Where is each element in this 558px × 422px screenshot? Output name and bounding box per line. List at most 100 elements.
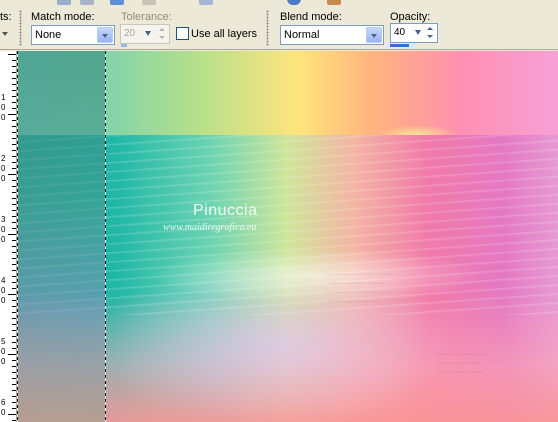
ruler-tick [12, 312, 16, 313]
ruler-tick [8, 54, 16, 55]
toolbar-icon[interactable] [199, 0, 213, 5]
ruler-tick [12, 84, 16, 85]
toolbar-icon[interactable] [287, 0, 301, 5]
ruler-tick [12, 102, 16, 103]
ruler-label: 0 [1, 235, 6, 244]
match-mode-select[interactable]: None [31, 25, 115, 45]
ruler-tick [12, 240, 16, 241]
toolbar-icon[interactable] [110, 0, 124, 5]
collapse-arrow-icon[interactable] [2, 29, 10, 37]
selection-marquee [105, 51, 106, 422]
ruler-tick [12, 342, 16, 343]
ruler-tick [12, 276, 16, 277]
opacity-label: Opacity: [390, 11, 431, 23]
ruler-tick [8, 114, 16, 115]
ruler-tick [12, 222, 16, 223]
ruler-tick [8, 294, 16, 295]
image-canvas[interactable]: ~~ ~~~ ~~ ~~~~ ~ ~~~ ~~~ ~ ~~~~~ ~~ ~~ ~… [17, 51, 558, 422]
ruler-tick [12, 138, 16, 139]
ruler-label: 0 [1, 113, 6, 122]
opacity-dropdown-icon[interactable] [414, 25, 424, 41]
chevron-down-icon[interactable] [366, 27, 382, 43]
ruler-tick [12, 270, 16, 271]
selected-strip [17, 51, 106, 422]
ruler-tick [8, 174, 16, 175]
ruler-label: 0 [1, 347, 6, 356]
ruler-label: 0 [1, 174, 6, 183]
ruler-tick [12, 72, 16, 73]
ruler-label: 0 [1, 164, 6, 173]
ruler-tick [12, 318, 16, 319]
ruler-tick [12, 378, 16, 379]
tolerance-dropdown-icon[interactable] [144, 26, 154, 42]
ruler-tick [12, 144, 16, 145]
tolerance-slider[interactable] [121, 44, 127, 47]
ruler-tick [8, 354, 16, 355]
ruler-label: 2 [1, 154, 6, 163]
vertical-ruler: 10020030040050060 [0, 51, 17, 422]
ruler-tick [12, 372, 16, 373]
ruler-tick [12, 132, 16, 133]
ruler-label: 5 [1, 337, 6, 346]
ruler-label: 0 [1, 103, 6, 112]
use-all-layers-label: Use all layers [191, 28, 258, 40]
ruler-tick [12, 264, 16, 265]
watermark-url: www.maidiregrafica.eu [163, 222, 257, 233]
blend-mode-select[interactable]: Normal [280, 25, 384, 45]
opacity-slider[interactable] [390, 44, 409, 47]
ruler-tick [12, 78, 16, 79]
ruler-tick [12, 90, 16, 91]
toolbar-grip[interactable] [19, 10, 22, 46]
ruler-tick [12, 396, 16, 397]
ruler-tick [12, 120, 16, 121]
ruler-tick [12, 258, 16, 259]
ruler-tick [12, 168, 16, 169]
ruler-tick [12, 198, 16, 199]
toolbar-grip[interactable] [266, 10, 269, 46]
ruler-tick [12, 186, 16, 187]
blend-mode-value: Normal [284, 29, 320, 41]
tolerance-spin-buttons[interactable] [156, 26, 168, 42]
ruler-tick [12, 252, 16, 253]
toolbar-icon[interactable] [142, 0, 156, 5]
ruler-label: 3 [1, 215, 6, 224]
use-all-layers-checkbox[interactable] [176, 27, 189, 40]
opacity-spinner[interactable]: 40 [390, 23, 438, 43]
ruler-label: 1 [1, 93, 6, 102]
spin-up-icon[interactable] [156, 26, 168, 34]
ruler-tick [12, 60, 16, 61]
toolbar-icon[interactable] [80, 0, 94, 5]
spin-down-icon[interactable] [156, 34, 168, 42]
spin-up-icon[interactable] [424, 25, 436, 33]
ruler-tick [12, 282, 16, 283]
spin-down-icon[interactable] [424, 33, 436, 41]
ruler-tick [12, 150, 16, 151]
opacity-spin-buttons[interactable] [424, 25, 436, 41]
ruler-tick [12, 324, 16, 325]
wave-foam [77, 231, 558, 321]
tool-options-bar: ts: Match mode: None Tolerance: 20 Use a… [0, 7, 558, 50]
watermark-title: Pinuccia [193, 202, 258, 219]
script-texture: ~~ ~~~ ~~ ~~~~ ~ ~~~ ~~~ ~ ~~~~~ ~~ ~~ ~… [327, 271, 393, 306]
tolerance-label: Tolerance: [121, 11, 172, 23]
ruler-tick [12, 300, 16, 301]
toolbar-icon[interactable] [57, 0, 71, 5]
tolerance-spinner[interactable]: 20 [120, 24, 170, 44]
ruler-label: 4 [1, 276, 6, 285]
ruler-tick [12, 246, 16, 247]
ruler-tick [12, 180, 16, 181]
ruler-tick [8, 414, 16, 415]
ruler-tick [12, 366, 16, 367]
blend-mode-label: Blend mode: [280, 11, 342, 23]
chevron-down-icon[interactable] [97, 27, 113, 43]
ruler-tick [12, 192, 16, 193]
script-texture: ~~~ ~~ ~~~~ ~ ~~ ~ ~~~~ ~~ ~~~ ~~ ~ ~~~~… [437, 351, 490, 377]
ruler-tick [12, 402, 16, 403]
ruler-tick [12, 96, 16, 97]
ruler-tick [8, 234, 16, 235]
ruler-tick [12, 348, 16, 349]
toolbar-icon[interactable] [327, 0, 341, 5]
ruler-tick [12, 408, 16, 409]
ruler-label: 6 [1, 398, 6, 407]
ruler-tick [12, 306, 16, 307]
